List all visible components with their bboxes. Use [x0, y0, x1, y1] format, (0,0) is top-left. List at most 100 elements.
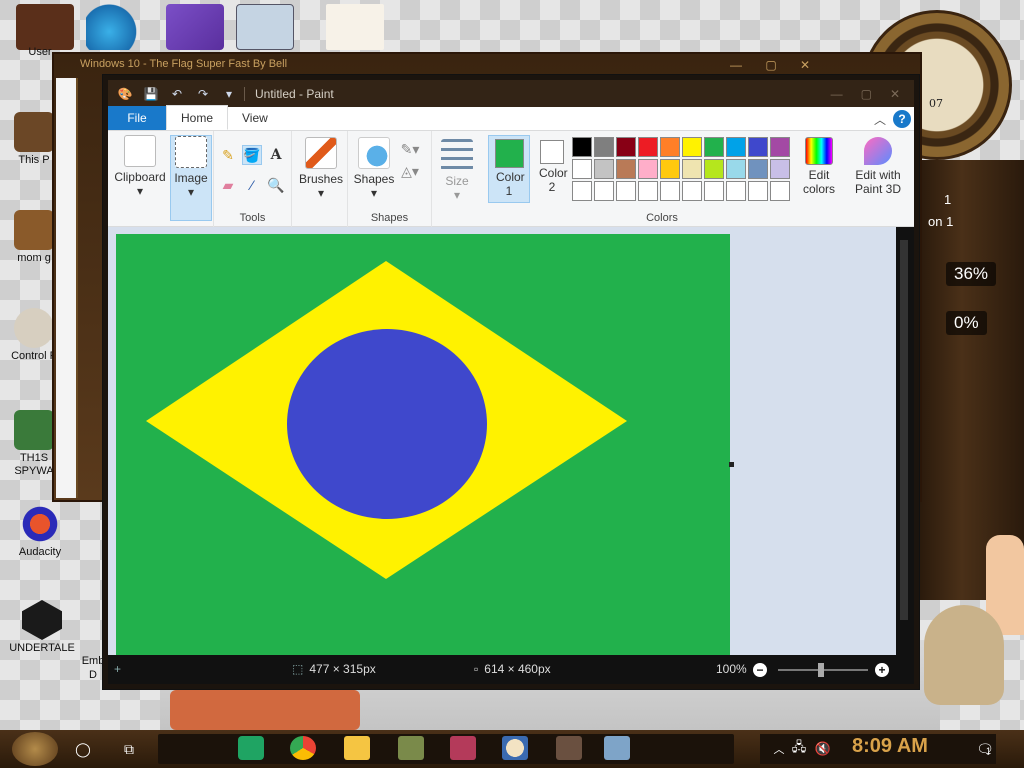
- start-button[interactable]: [12, 732, 58, 766]
- palette-swatch[interactable]: [660, 137, 680, 157]
- save-icon[interactable]: 💾: [142, 85, 160, 103]
- palette-swatch[interactable]: [638, 159, 658, 179]
- zoom-out-button[interactable]: −: [753, 663, 767, 677]
- palette-swatch[interactable]: [638, 137, 658, 157]
- palette-swatch[interactable]: [682, 137, 702, 157]
- redo-icon[interactable]: ↷: [194, 85, 212, 103]
- tab-home[interactable]: Home: [166, 105, 229, 130]
- palette-swatch[interactable]: [594, 181, 614, 201]
- virtualbox-taskbar-icon[interactable]: [604, 736, 630, 760]
- window-controls: — ▢ ✕: [831, 87, 900, 101]
- paint-titlebar[interactable]: 🎨 💾 ↶ ↷ ▾ Untitled - Paint — ▢ ✕: [108, 80, 914, 107]
- eraser-icon[interactable]: ▰: [218, 175, 238, 195]
- size-label: Size: [445, 174, 469, 188]
- color2-button[interactable]: Color 2: [534, 135, 570, 203]
- clipboard-button[interactable]: Clipboard ▾: [114, 135, 166, 221]
- edit-with-paint3d-button[interactable]: Edit with Paint 3D: [846, 137, 910, 196]
- palette-swatch[interactable]: [726, 181, 746, 201]
- text-icon[interactable]: A: [266, 145, 286, 165]
- zoom-slider-thumb[interactable]: [818, 663, 824, 677]
- palette-swatch[interactable]: [704, 181, 724, 201]
- paint-app-icon[interactable]: 🎨: [116, 85, 134, 103]
- volume-muted-icon[interactable]: 🔇: [810, 736, 836, 762]
- customize-quick-access-icon[interactable]: ▾: [220, 85, 238, 103]
- clock-time[interactable]: 8:09 AM: [852, 735, 928, 758]
- palette-swatch[interactable]: [770, 181, 790, 201]
- shapes-button[interactable]: Shapes ▾: [352, 137, 396, 200]
- folder-icon: [14, 210, 54, 250]
- canvas-resize-handle[interactable]: [729, 462, 734, 467]
- paint-taskbar-icon[interactable]: [502, 736, 528, 760]
- network-icon[interactable]: 🖧: [786, 736, 812, 762]
- background-window-controls[interactable]: — ▢ ✕: [730, 58, 820, 72]
- brushes-button[interactable]: Brushes ▾: [296, 137, 346, 200]
- palette-swatch[interactable]: [660, 181, 680, 201]
- palette-swatch[interactable]: [594, 159, 614, 179]
- collapse-ribbon-icon[interactable]: ︿: [874, 111, 886, 128]
- fill-icon[interactable]: 🪣: [242, 145, 262, 165]
- palette-swatch[interactable]: [748, 137, 768, 157]
- edit-colors-button[interactable]: Edit colors: [798, 137, 840, 196]
- side-label-1: 1: [944, 192, 952, 207]
- palette-swatch[interactable]: [616, 181, 636, 201]
- maximize-button[interactable]: ▢: [861, 87, 872, 101]
- help-button[interactable]: ?: [893, 110, 911, 128]
- virtualbox-icon[interactable]: [236, 4, 294, 50]
- drawing-canvas[interactable]: [116, 234, 730, 655]
- palette-swatch[interactable]: [638, 181, 658, 201]
- visual-studio-icon[interactable]: [166, 4, 224, 50]
- brushes-label: Brushes: [298, 172, 344, 186]
- clipboard-label: Clipboard: [114, 170, 166, 184]
- task-view-icon[interactable]: ⧉: [116, 736, 142, 762]
- app-icon-4[interactable]: [398, 736, 424, 760]
- desktop-icon-audacity[interactable]: Audacity: [8, 504, 72, 558]
- tab-view[interactable]: View: [228, 106, 282, 130]
- notifications-icon[interactable]: 🗨: [972, 736, 998, 762]
- top-icon-1[interactable]: [16, 4, 74, 50]
- palette-swatch[interactable]: [704, 137, 724, 157]
- palette-swatch[interactable]: [704, 159, 724, 179]
- palette-swatch[interactable]: [616, 159, 636, 179]
- palette-swatch[interactable]: [748, 181, 768, 201]
- zoom-in-button[interactable]: +: [875, 663, 889, 677]
- magnifier-icon[interactable]: 🔍: [266, 175, 286, 195]
- palette-swatch[interactable]: [572, 159, 592, 179]
- palette-swatch[interactable]: [660, 159, 680, 179]
- search-icon[interactable]: ◯: [70, 736, 96, 762]
- app-icon-5[interactable]: [450, 736, 476, 760]
- palette-swatch[interactable]: [726, 137, 746, 157]
- chevron-down-icon: ▾: [187, 185, 195, 199]
- palette-swatch[interactable]: [616, 137, 636, 157]
- minimize-button[interactable]: —: [831, 87, 843, 101]
- google-chat-icon[interactable]: [238, 736, 264, 760]
- desktop-icon-undertale[interactable]: UNDERTALE: [2, 600, 82, 654]
- fill-shape-icon[interactable]: ◬▾: [400, 161, 420, 181]
- app-icon-7[interactable]: [556, 736, 582, 760]
- palette-swatch[interactable]: [682, 181, 702, 201]
- palette-swatch[interactable]: [594, 137, 614, 157]
- size-button[interactable]: Size ▾: [436, 139, 478, 202]
- color1-button[interactable]: Color 1: [488, 135, 530, 203]
- scrollbar-thumb[interactable]: [900, 240, 908, 620]
- file-explorer-icon[interactable]: [344, 736, 370, 760]
- close-button[interactable]: ✕: [890, 87, 900, 101]
- edit-colors-label: Edit colors: [802, 168, 835, 196]
- palette-swatch[interactable]: [682, 159, 702, 179]
- image-button[interactable]: Image ▾: [170, 135, 212, 221]
- palette-swatch[interactable]: [726, 159, 746, 179]
- outline-icon[interactable]: ✎▾: [400, 139, 420, 159]
- color-picker-icon[interactable]: ⁄: [242, 175, 262, 195]
- palette-swatch[interactable]: [572, 137, 592, 157]
- palette-swatch[interactable]: [770, 137, 790, 157]
- chrome-icon[interactable]: [290, 736, 316, 760]
- pencil-icon[interactable]: ✎: [218, 145, 238, 165]
- palette-swatch[interactable]: [770, 159, 790, 179]
- tab-file[interactable]: File: [108, 106, 166, 130]
- undo-icon[interactable]: ↶: [168, 85, 186, 103]
- palette-swatch[interactable]: [572, 181, 592, 201]
- palette-swatch[interactable]: [748, 159, 768, 179]
- shapes-label: Shapes: [353, 172, 395, 186]
- edge-icon[interactable]: [86, 4, 144, 50]
- hxd-icon[interactable]: [326, 4, 384, 50]
- shapes-group-title: Shapes: [370, 212, 409, 224]
